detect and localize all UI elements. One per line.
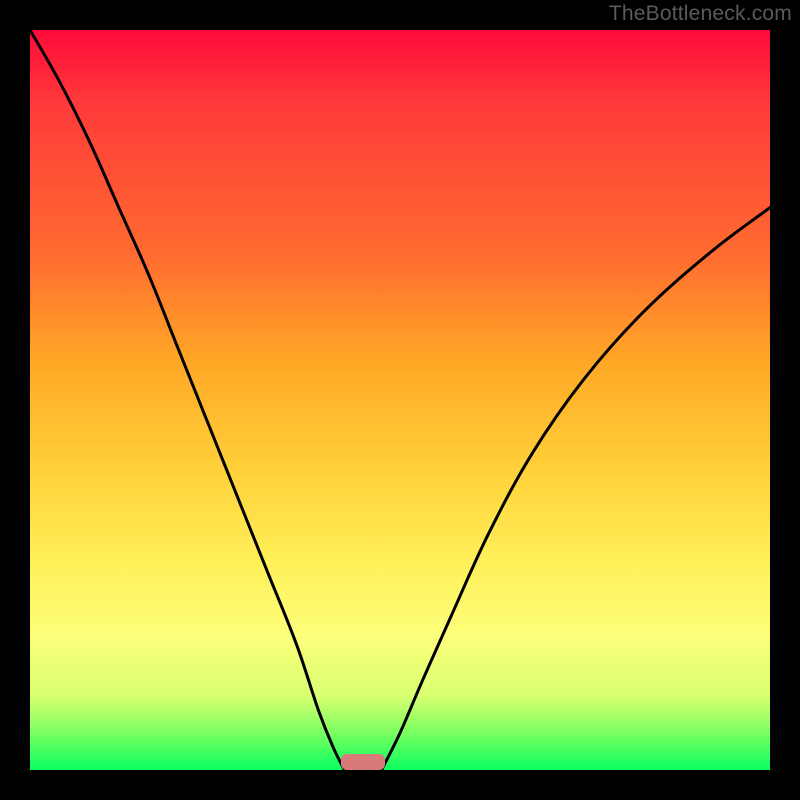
chart-frame: TheBottleneck.com [0,0,800,800]
curve-right-branch [382,208,771,770]
optimum-marker [341,754,385,770]
plot-area [30,30,770,770]
curve-left-branch [30,30,345,770]
watermark-text: TheBottleneck.com [609,2,792,26]
bottleneck-curve [30,30,770,770]
